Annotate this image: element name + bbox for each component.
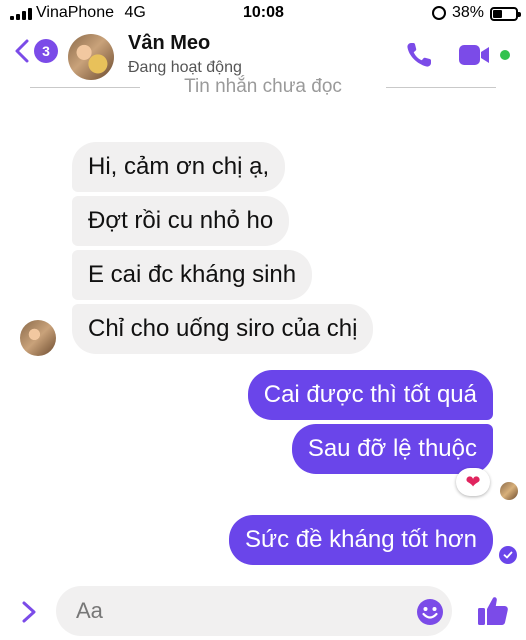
status-bar: VinaPhone 4G 10:08 38% — [0, 0, 526, 28]
battery-icon — [490, 7, 521, 21]
chevron-right-icon[interactable] — [18, 600, 40, 624]
network-type: 4G — [124, 4, 146, 21]
incoming-message[interactable]: Chỉ cho uống siro của chị — [72, 304, 374, 354]
incoming-message[interactable]: Hi, cảm ơn chị ạ, — [72, 142, 286, 192]
online-indicator — [500, 50, 510, 60]
carrier-name: VinaPhone — [36, 4, 114, 21]
chevron-left-icon — [15, 39, 29, 63]
battery-percentage: 38% — [452, 4, 485, 21]
sent-check-icon — [499, 546, 517, 564]
outgoing-message[interactable]: Sau đỡ lệ thuộc — [291, 424, 493, 474]
back-button[interactable]: 3 — [12, 38, 58, 64]
message-composer — [0, 582, 526, 640]
unread-divider: Tin nhắn chưa đọc — [0, 76, 526, 98]
seen-receipt-avatar — [500, 482, 518, 500]
presence-status: Đang hoạt động — [128, 59, 242, 76]
incoming-message[interactable]: E cai đc kháng sinh — [72, 250, 313, 300]
emoji-icon[interactable] — [416, 598, 444, 626]
signal-strength-icon — [10, 8, 32, 20]
phone-call-icon[interactable] — [404, 40, 434, 70]
message-input[interactable] — [56, 586, 452, 636]
contact-name[interactable]: Vân Meo — [128, 32, 210, 55]
heart-reaction-icon[interactable]: ❤ — [456, 468, 490, 496]
clock: 10:08 — [243, 4, 284, 21]
thumbs-up-icon[interactable] — [476, 594, 510, 628]
contact-avatar[interactable] — [68, 34, 114, 80]
video-call-icon[interactable] — [458, 43, 490, 67]
outgoing-message[interactable]: Cai được thì tốt quá — [247, 370, 493, 420]
unread-count-badge: 3 — [34, 39, 58, 63]
outgoing-message[interactable]: Sức đề kháng tốt hơn — [229, 515, 493, 565]
sender-avatar[interactable] — [20, 320, 56, 356]
carrier-label: VinaPhone 4G — [36, 4, 146, 22]
divider-line — [386, 87, 496, 88]
incoming-message[interactable]: Đợt rồi cu nhỏ ho — [72, 196, 290, 246]
alarm-icon — [432, 6, 446, 20]
